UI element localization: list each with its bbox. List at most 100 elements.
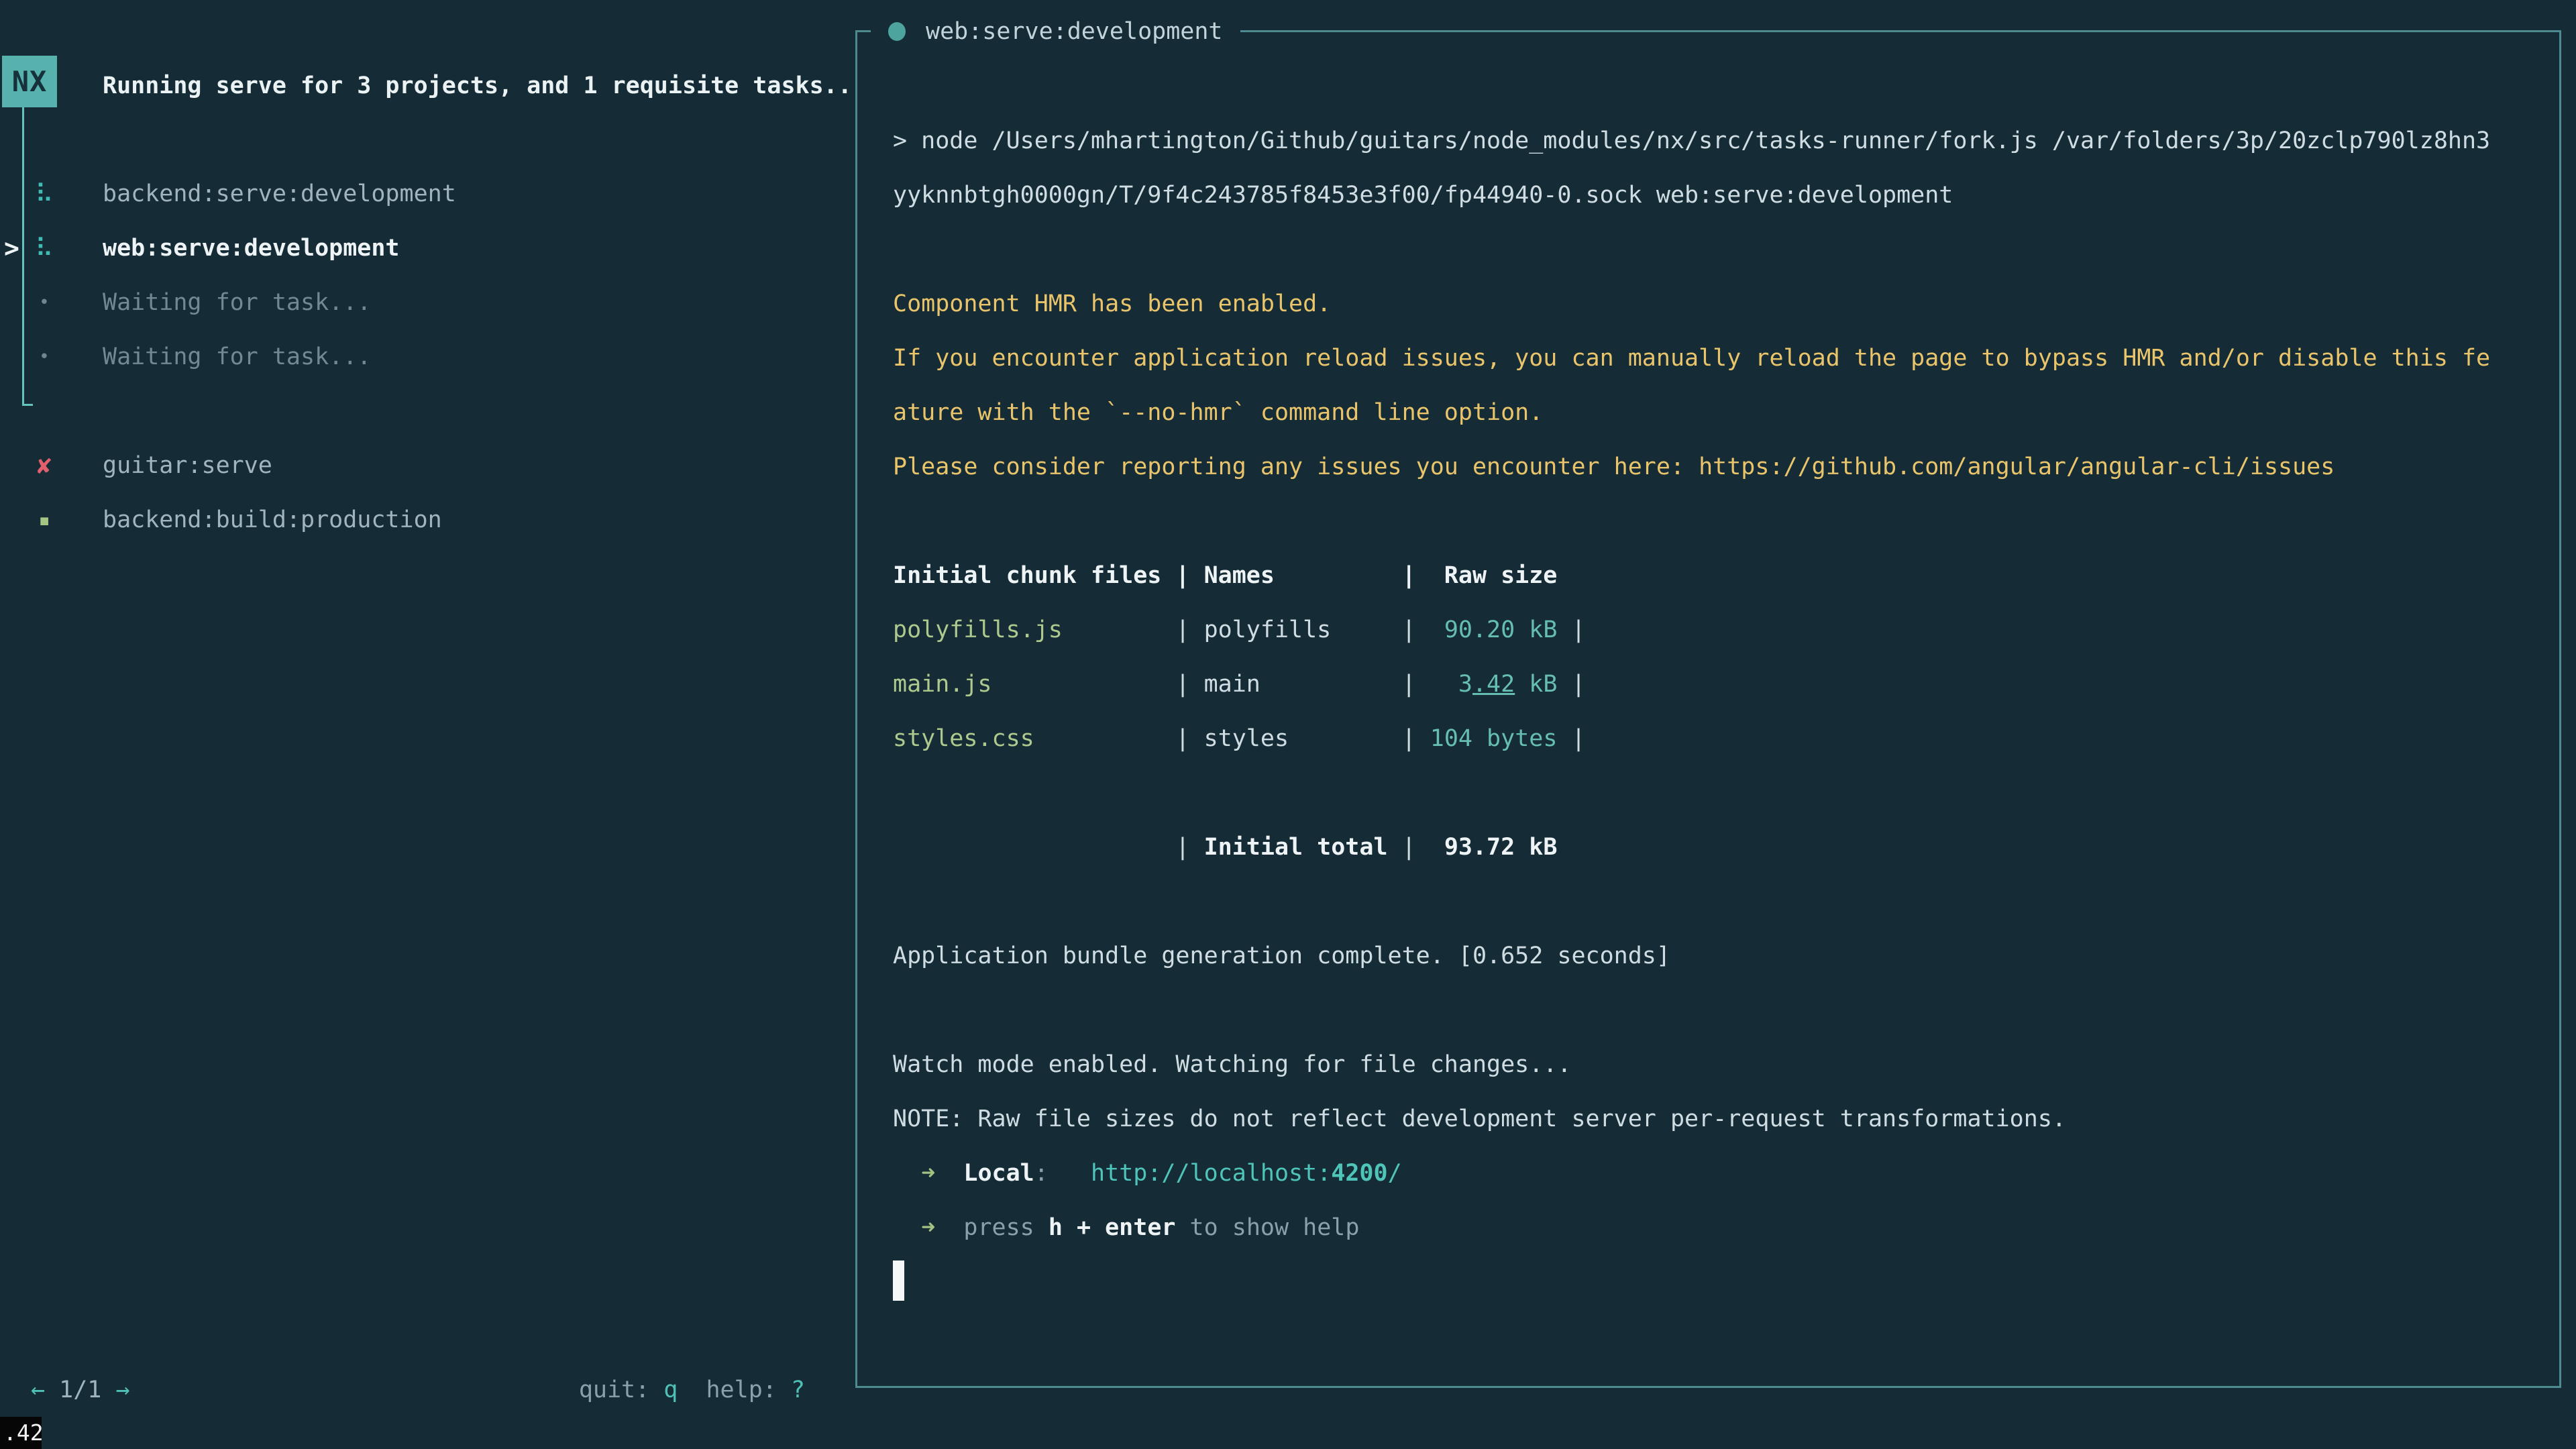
task-item[interactable]: • Waiting for task... (0, 330, 852, 384)
terminal-segment: If you encounter application reload issu… (893, 345, 2490, 372)
terminal-segment: : (1034, 1160, 1049, 1187)
pager-right-arrow-icon[interactable]: → (115, 1377, 129, 1403)
terminal-segment: main.js (893, 671, 992, 698)
terminal-segment: | (1260, 671, 1416, 698)
terminal-line (893, 1255, 2543, 1309)
terminal-segment: Watch mode enabled. Watching for file ch… (893, 1051, 1571, 1078)
keyboard-hints: quit: q help: ? (470, 1375, 805, 1405)
terminal-line: ➜ Local: http://localhost:4200/ (893, 1146, 2543, 1201)
task-label: backend:serve:development (103, 167, 456, 221)
quit-key: q (663, 1377, 678, 1403)
terminal-segment: kB (1515, 671, 1557, 698)
terminal-line: yyknnbtgh0000gn/T/9f4c243785f8453e3f00/f… (893, 168, 2543, 223)
terminal-line (893, 223, 2543, 277)
terminal-segment: 104 bytes (1416, 725, 1558, 752)
terminal-segment: NOTE: Raw file sizes do not reflect deve… (893, 1106, 2066, 1132)
pager-label: 1/1 (45, 1377, 115, 1403)
task-label: guitar:serve (103, 439, 272, 493)
task-item[interactable]: ✘ guitar:serve (0, 439, 852, 493)
terminal-segment: | (1557, 671, 1585, 698)
terminal-line: Watch mode enabled. Watching for file ch… (893, 1038, 2543, 1092)
help-hint-label: help: (678, 1377, 791, 1403)
terminal-segment: to show help (1175, 1214, 1359, 1241)
terminal-segment: ature with the `--no-hmr` command line o… (893, 399, 1543, 426)
task-label: Waiting for task... (103, 276, 371, 330)
terminal-line (893, 766, 2543, 820)
terminal-segment: styles (1204, 725, 1289, 752)
terminal-segment: 90.20 kB (1416, 616, 1558, 643)
running-status-dot-icon (888, 22, 906, 41)
terminal-line: ➜ press h + enter to show help (893, 1201, 2543, 1255)
terminal-segment: > node /Users/mhartington/Github/guitars… (893, 127, 2490, 154)
terminal-line: ature with the `--no-hmr` command line o… (893, 386, 2543, 440)
terminal-line (893, 875, 2543, 929)
terminal-line: NOTE: Raw file sizes do not reflect deve… (893, 1092, 2543, 1146)
terminal-line: Initial chunk files | Names | Raw size (893, 549, 2543, 603)
terminal-line: polyfills.js | polyfills | 90.20 kB | (893, 603, 2543, 657)
task-output-panel: web:serve:development > node /Users/mhar… (855, 30, 2561, 1388)
task-item[interactable]: ⠧ backend:serve:development (0, 167, 852, 221)
terminal-segment: ➜ (921, 1160, 935, 1187)
terminal-segment: | (1557, 616, 1585, 643)
spinner-icon: ⠧ (27, 167, 62, 221)
terminal-segment: 3 (1416, 671, 1472, 698)
terminal-segment: press (963, 1214, 1048, 1241)
clipped-overlay-badge: .42 (0, 1417, 42, 1449)
terminal-segment: 4200 (1331, 1160, 1387, 1187)
task-list: ⠧backend:serve:development>⠧web:serve:de… (0, 167, 852, 547)
terminal-segment: .42 (1472, 671, 1515, 698)
dot-icon: • (27, 330, 62, 384)
task-item[interactable]: • Waiting for task... (0, 276, 852, 330)
task-item[interactable]: >⠧web:serve:development (0, 221, 852, 276)
block-cursor (893, 1260, 904, 1301)
terminal-segment (935, 1214, 963, 1241)
terminal-segment: | (992, 671, 1204, 698)
terminal-segment (893, 1214, 921, 1241)
terminal-segment: Application bundle generation complete. … (893, 943, 1670, 969)
terminal-line (893, 494, 2543, 549)
terminal-segment: | (1388, 834, 1416, 861)
terminal-segment (1049, 1160, 1091, 1187)
task-label: Waiting for task... (103, 330, 371, 384)
square-icon: ▪ (27, 493, 62, 547)
terminal-segment: main (1204, 671, 1260, 698)
cross-icon: ✘ (27, 439, 62, 493)
terminal-segment: | (893, 834, 1204, 861)
nx-logo: NX (2, 56, 57, 107)
terminal-segment: polyfills.js (893, 616, 1063, 643)
task-label: backend:build:production (103, 493, 442, 547)
terminal-line: Please consider reporting any issues you… (893, 440, 2543, 494)
terminal-segment: / (1388, 1160, 1402, 1187)
terminal-segment (935, 1160, 963, 1187)
terminal-line: styles.css | styles | 104 bytes | (893, 712, 2543, 766)
page-title: Running serve for 3 projects, and 1 requ… (103, 70, 852, 101)
terminal-segment: | (1034, 725, 1204, 752)
dot-icon: • (27, 276, 62, 330)
terminal-line: Application bundle generation complete. … (893, 929, 2543, 983)
help-key: ? (791, 1377, 805, 1403)
terminal-line (893, 983, 2543, 1038)
terminal-segment: ➜ (921, 1214, 935, 1241)
terminal-output: > node /Users/mhartington/Github/guitars… (857, 32, 2559, 1309)
terminal-segment (893, 1160, 921, 1187)
task-label: web:serve:development (103, 221, 400, 276)
terminal-segment: | (1557, 725, 1585, 752)
task-item[interactable]: ▪ backend:build:production (0, 493, 852, 547)
terminal-segment: Initial total (1204, 834, 1388, 861)
terminal-line: main.js | main | 3.42 kB | (893, 657, 2543, 712)
quit-hint-label: quit: (579, 1377, 663, 1403)
terminal-segment: Local (963, 1160, 1034, 1187)
panel-title-label: web:serve:development (926, 18, 1223, 45)
terminal-line: > node /Users/mhartington/Github/guitars… (893, 114, 2543, 168)
pager: ← 1/1 → (31, 1375, 130, 1405)
terminal-segment: polyfills (1204, 616, 1332, 643)
terminal-segment: styles.css (893, 725, 1034, 752)
spinner-icon: ⠧ (27, 221, 62, 276)
terminal-segment: yyknnbtgh0000gn/T/9f4c243785f8453e3f00/f… (893, 182, 1953, 209)
terminal-segment: 93.72 kB (1416, 834, 1558, 861)
terminal-segment: Component HMR has been enabled. (893, 290, 1331, 317)
panel-title: web:serve:development (871, 13, 1240, 50)
terminal-segment: http://localhost: (1091, 1160, 1331, 1187)
pager-left-arrow-icon[interactable]: ← (31, 1377, 45, 1403)
terminal-line: If you encounter application reload issu… (893, 331, 2543, 386)
